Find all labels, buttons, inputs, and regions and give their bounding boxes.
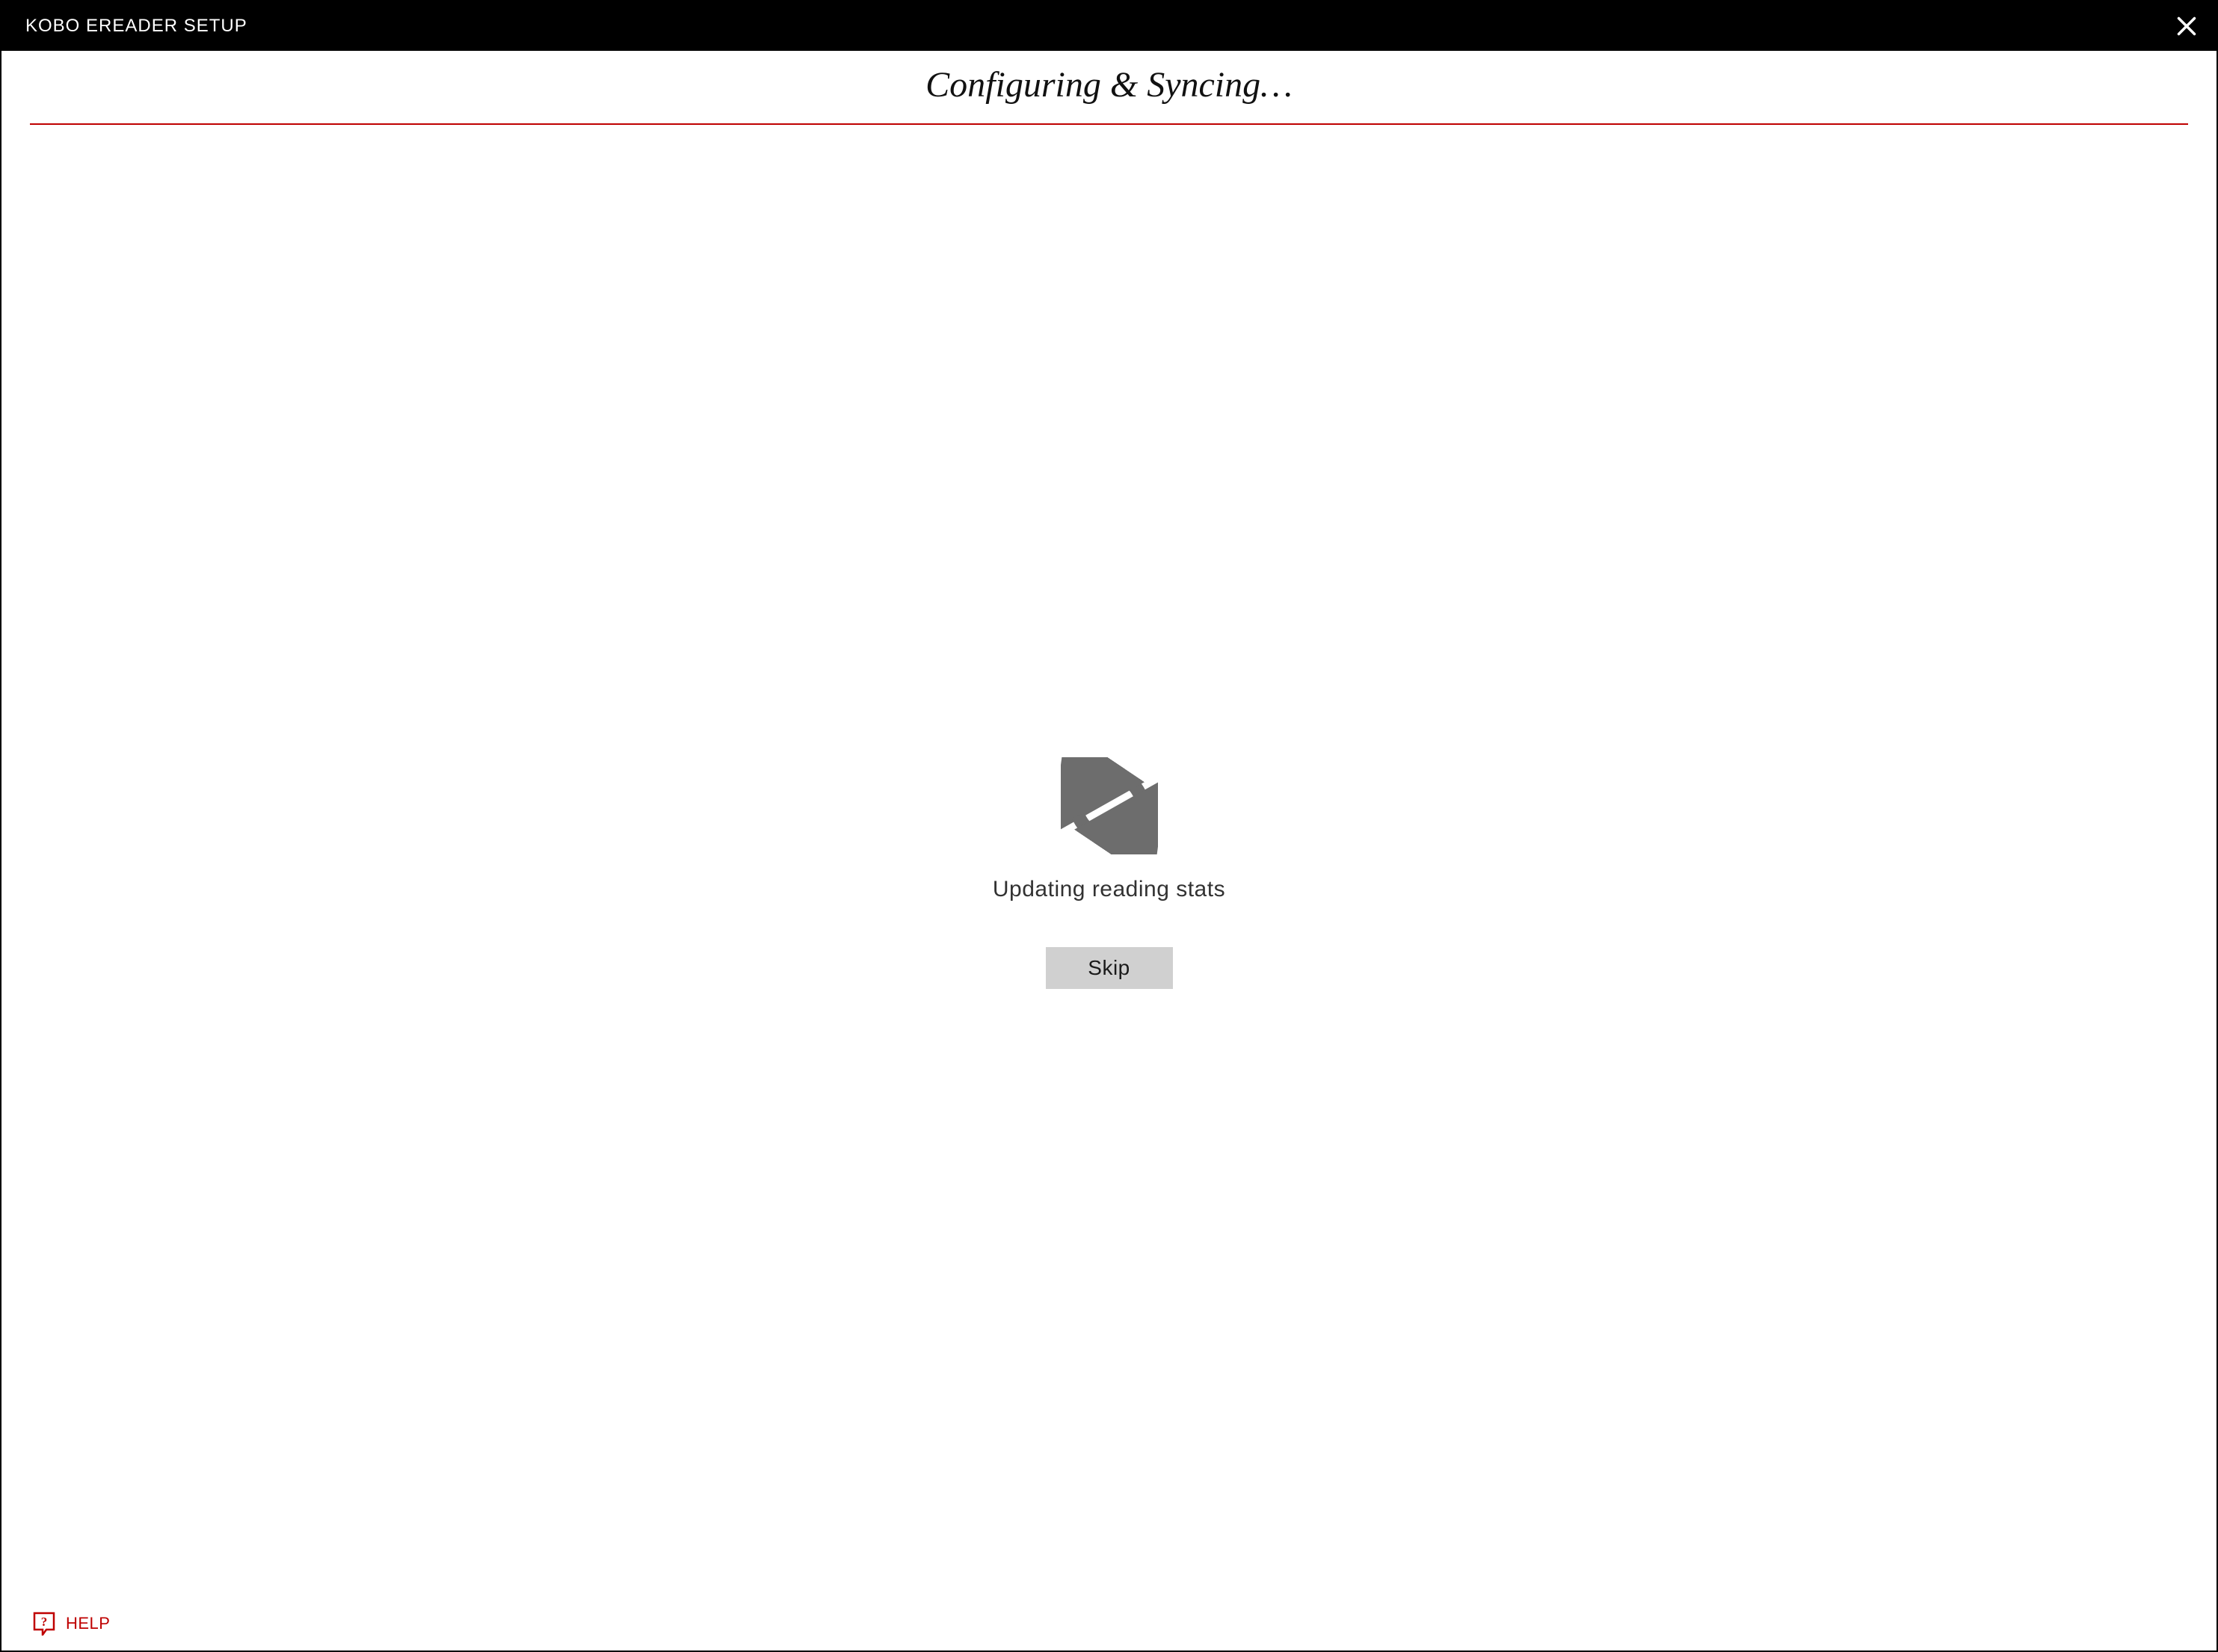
close-button[interactable] [2173,13,2200,40]
status-text: Updating reading stats [993,877,1225,902]
sync-icon [1061,757,1158,854]
skip-button[interactable]: Skip [1046,947,1173,989]
window-title: KOBO EREADER SETUP [25,16,247,37]
page-title: Configuring & Syncing… [30,64,2188,123]
close-icon [2176,16,2197,37]
svg-text:?: ? [41,1615,48,1629]
help-label: HELP [66,1614,110,1633]
titlebar: KOBO EREADER SETUP [1,1,2217,51]
content-area: Configuring & Syncing… Updating reading … [1,51,2217,1651]
sync-status-area: Updating reading stats Skip [30,125,2188,1651]
heading-wrap: Configuring & Syncing… [30,51,2188,125]
help-icon: ? [33,1612,55,1636]
help-button[interactable]: ? HELP [33,1612,110,1636]
